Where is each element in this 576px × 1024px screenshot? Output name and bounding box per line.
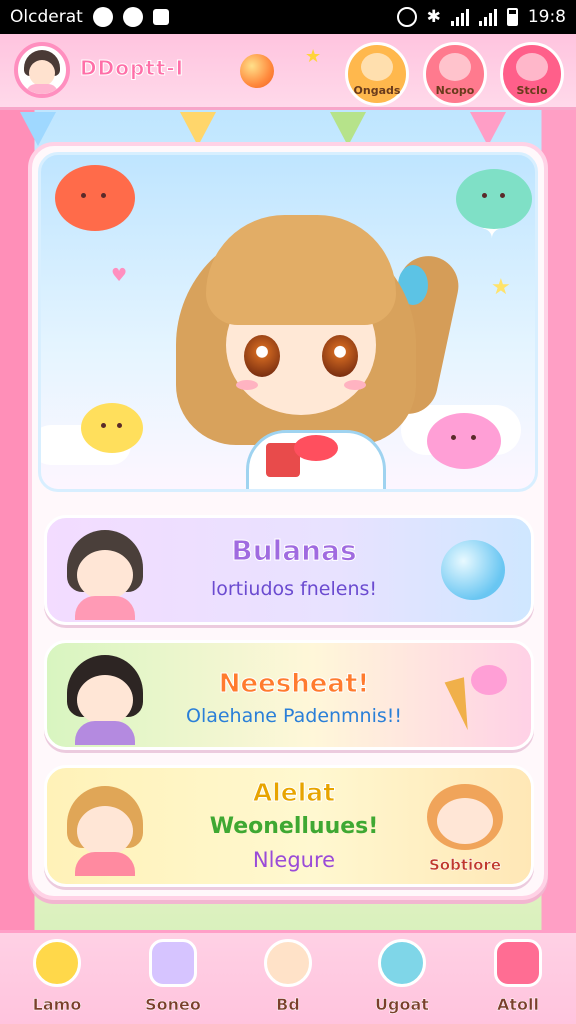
nav-label: Bd [276,995,300,1015]
avatar-face [77,675,133,725]
character-eye-right [322,335,358,377]
balloon-icon [441,540,505,600]
cat-face-icon [361,53,393,81]
character-bangs [206,215,396,325]
avatar-shirt [26,84,58,94]
character-blush [236,380,258,390]
cell-signal-icon [478,8,497,26]
red-mascot-icon [55,165,135,231]
settings-icon [152,9,169,25]
header-button-2-label: Ncopo [435,84,475,97]
header-button-3-label: Stclo [516,84,548,97]
yellow-mascot-icon [81,403,143,453]
character-icon [264,939,312,987]
card-title: Neesheat! [218,669,370,700]
battery-icon [506,8,518,26]
clock: 19:8 [527,7,566,27]
user-avatar[interactable] [14,42,70,98]
username-label: DDoptt-I [79,56,185,81]
donut-icon [516,53,548,81]
cup-icon [149,939,197,987]
nav-item-soneo[interactable]: Soneo [128,939,218,1023]
bow-icon [294,435,338,461]
status-right: ✱ 19:8 [396,7,566,27]
star-icon [33,939,81,987]
bottom-nav: Lamo Soneo Bd Ugoat Atoll [0,930,576,1024]
nav-label: Soneo [145,995,201,1015]
star-icon: ★ [491,275,511,300]
mint-mascot-icon [456,169,532,229]
ice-cream-icon [431,657,511,737]
card-title: Alelat [252,778,336,808]
nav-item-bd[interactable]: Bd [243,939,333,1023]
app-header: DDoptt-I ★ Ongads Ncopo Stclo [0,34,576,110]
cat-badge-label: Sobtiore [428,856,502,875]
status-bar: Olcderat ✱ 19:8 [0,0,576,34]
bluetooth-icon: ✱ [426,7,441,27]
avatar-face [77,550,133,600]
message-icon [92,7,113,27]
hero-illustration: ★ ♥ ✦ [38,152,538,492]
avatar-body [75,721,135,745]
header-button-1[interactable]: Ongads [345,42,409,106]
card-avatar [61,782,151,876]
heart-gem-icon [378,939,426,987]
main-character[interactable] [166,185,464,489]
nav-label: Ugoat [375,995,429,1015]
app-icon [122,7,143,27]
header-button-1-label: Ongads [353,84,401,97]
wifi-signal-icon [450,8,469,26]
pink-mascot-icon [427,413,501,469]
header-button-3[interactable]: Stclo [500,42,564,106]
frog-face-icon [439,53,471,81]
avatar-body [75,852,135,876]
card-neesheat[interactable]: Neesheat! Olaehane Padenmnis!! [44,640,534,750]
nav-label: Lamo [32,995,82,1015]
card-subtitle: Weonelluues! [209,814,379,839]
header-button-2[interactable]: Ncopo [423,42,487,106]
nav-item-atoll[interactable]: Atoll [473,939,563,1023]
character-blush [344,380,366,390]
alarm-icon [396,7,417,27]
avatar-face [77,806,133,856]
status-left: Olcderat [10,7,169,27]
avatar-face [29,60,55,86]
nav-item-lamo[interactable]: Lamo [12,939,102,1023]
carrier-label: Olcderat [10,7,83,27]
card-subtitle-2: Nlegure [252,848,336,872]
avatar-body [75,596,135,620]
card-subtitle: Olaehane Padenmnis!! [185,705,403,727]
heart-icon: ♥ [111,265,128,286]
card-title: Bulanas [231,534,357,568]
card-bulanas[interactable]: Bulanas lortiudos fnelens! [44,515,534,625]
card-alelat[interactable]: Alelat Weonelluues! Nlegure Sobtiore [44,765,534,887]
orange-orb-decoration [240,54,274,88]
cat-badge[interactable]: Sobtiore [417,778,513,882]
star-icon: ★ [305,46,322,67]
card-avatar [61,526,151,620]
nav-item-ugoat[interactable]: Ugoat [357,939,447,1023]
nav-label: Atoll [497,995,540,1015]
card-avatar [61,651,151,745]
shop-icon [494,939,542,987]
character-eye-left [244,335,280,377]
cat-face-inner [437,798,493,844]
card-subtitle: lortiudos fnelens! [210,578,378,600]
